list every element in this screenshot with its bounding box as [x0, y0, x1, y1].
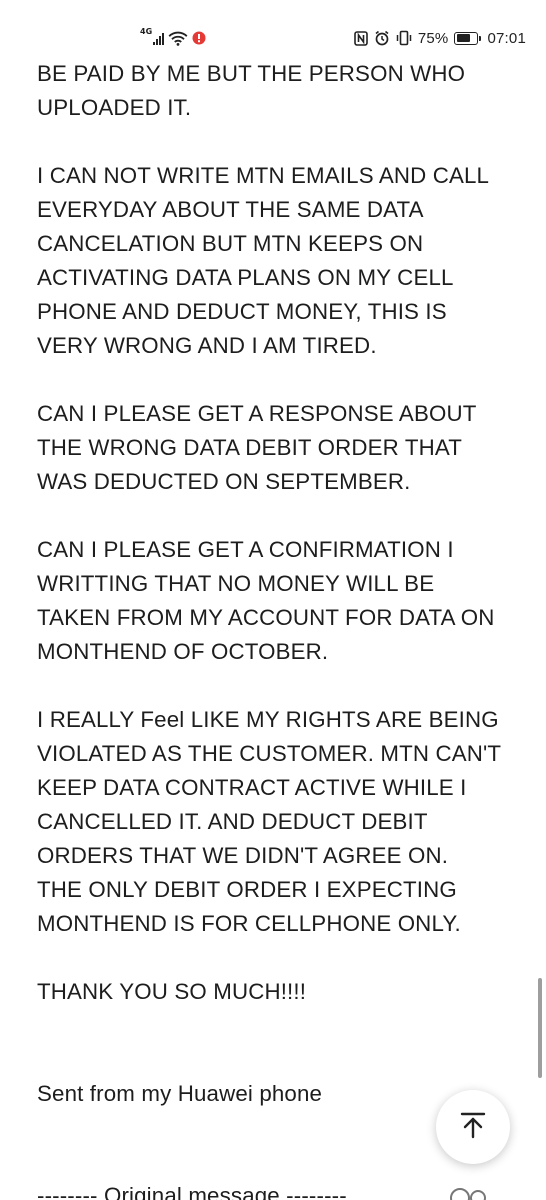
signal-icon: [153, 32, 165, 45]
status-bar-right: 75% 07:01: [354, 26, 526, 50]
notification-icon: [192, 31, 206, 45]
alarm-icon: [374, 30, 390, 46]
nfc-icon: [354, 30, 368, 46]
email-paragraph: I CAN NOT WRITE MTN EMAILS AND CALL EVER…: [37, 163, 490, 358]
scroll-to-top-button[interactable]: [436, 1090, 510, 1164]
email-paragraph: I REALLY Feel LIKE MY RIGHTS ARE BEING V…: [37, 707, 502, 936]
clock: 07:01: [487, 29, 526, 47]
arrow-up-to-top-icon: [458, 1110, 488, 1144]
scrollbar-thumb[interactable]: [538, 978, 542, 1078]
partial-icon[interactable]: [448, 1184, 488, 1200]
email-paragraph: CAN I PLEASE GET A RESPONSE ABOUT THE WR…: [37, 401, 477, 494]
wifi-icon: [168, 31, 188, 46]
email-body: BE PAID BY ME BUT THE PERSON WHO UPLOADE…: [37, 57, 527, 1200]
battery-fill: [456, 34, 471, 42]
email-paragraph: BE PAID BY ME BUT THE PERSON WHO UPLOADE…: [37, 61, 466, 120]
email-paragraph: THANK YOU SO MUCH!!!!: [37, 979, 307, 1004]
vibrate-icon: [396, 30, 412, 46]
status-bar: 4G 75% 07:01: [0, 0, 546, 56]
network-type-label: 4G: [140, 26, 153, 36]
battery-icon: [454, 31, 482, 45]
battery-percent: 75%: [417, 29, 449, 47]
status-bar-left: 4G: [140, 26, 206, 50]
email-paragraph: CAN I PLEASE GET A CONFIRMATION I WRITTI…: [37, 537, 495, 664]
